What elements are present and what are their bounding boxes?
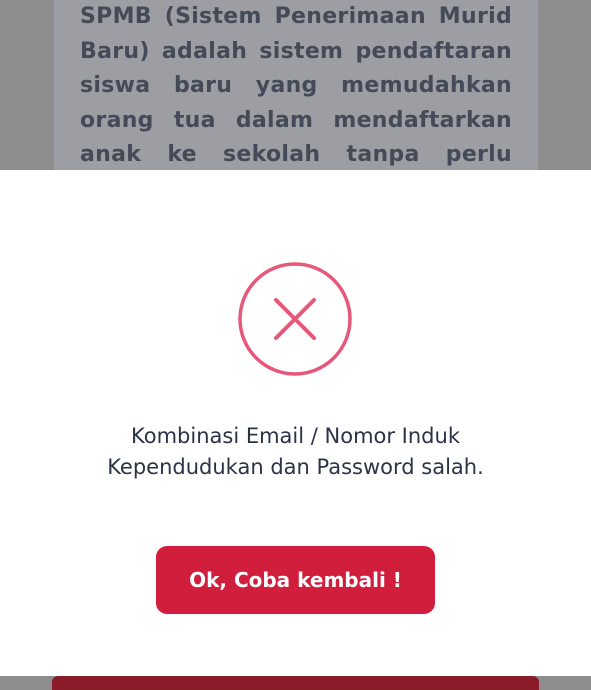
background-paragraph-line: siswa baru yang memudahkan [80, 73, 512, 98]
background-paragraph-line: Baru) adalah sistem pendaftaran [80, 38, 512, 64]
background-paragraph-line: orang tua dalam mendaftarkan [80, 107, 512, 133]
retry-button[interactable]: Ok, Coba kembali ! [156, 546, 435, 614]
background-button-edge [52, 676, 539, 690]
error-x-circle-icon [238, 262, 352, 376]
error-modal: Kombinasi Email / Nomor Induk Kependuduk… [0, 170, 591, 676]
error-message: Kombinasi Email / Nomor Induk Kependuduk… [30, 421, 561, 483]
background-paragraph-line: SPMB (Sistem Penerimaan Murid [80, 4, 512, 29]
error-message-line: Kependudukan dan Password salah. [107, 455, 484, 479]
error-message-line: Kombinasi Email / Nomor Induk [131, 424, 460, 448]
